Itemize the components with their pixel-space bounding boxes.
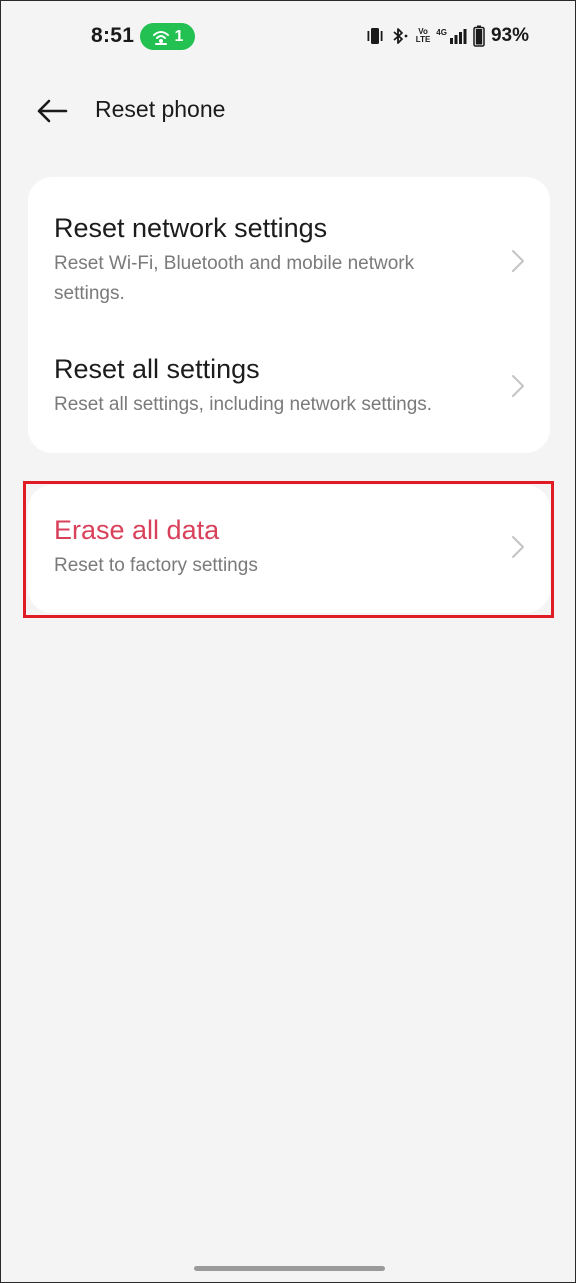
volte-bottom-label: LTE: [415, 35, 431, 44]
hotspot-indicator[interactable]: 1: [140, 23, 195, 50]
reset-all-settings-option[interactable]: Reset all settings Reset all settings, i…: [28, 352, 550, 420]
title-bar: Reset phone: [1, 81, 575, 141]
option-title: Reset network settings: [54, 213, 328, 243]
page-title: Reset phone: [95, 96, 226, 122]
signal-icon: [449, 29, 467, 44]
option-subtitle: Reset all settings, including network se…: [54, 394, 433, 415]
hotspot-count: 1: [174, 27, 184, 45]
chevron-right-icon: [512, 375, 524, 397]
vibrate-icon: [367, 28, 383, 44]
status-bar: 8:51 1 Vo LTE 4G 93%: [1, 1, 575, 71]
erase-all-data-option[interactable]: Erase all data Reset to factory settings: [28, 513, 550, 581]
home-indicator[interactable]: [194, 1266, 385, 1271]
option-title: Erase all data: [54, 515, 220, 545]
bluetooth-icon: [393, 28, 408, 44]
status-icons: Vo LTE 4G 93%: [366, 23, 529, 49]
network-type: 4G: [436, 27, 447, 37]
battery-percent: 93%: [490, 25, 529, 46]
settings-card: Reset network settings Reset Wi-Fi, Blue…: [28, 177, 550, 453]
chevron-right-icon: [512, 536, 524, 558]
chevron-right-icon: [512, 250, 524, 272]
erase-card: Erase all data Reset to factory settings: [28, 485, 550, 613]
option-title: Reset all settings: [54, 354, 260, 384]
battery-icon: [473, 25, 485, 47]
status-time: 8:51: [91, 24, 135, 47]
option-subtitle: Reset to factory settings: [54, 555, 258, 576]
option-subtitle: Reset Wi-Fi, Bluetooth and mobile networ…: [54, 253, 415, 304]
volte-icon: Vo LTE: [416, 28, 431, 44]
back-button[interactable]: [31, 91, 73, 131]
screen: 8:51 1 Vo LTE 4G 93% Reset phone Reset n…: [0, 0, 576, 1283]
reset-network-settings-option[interactable]: Reset network settings Reset Wi-Fi, Blue…: [28, 211, 550, 309]
hotspot-icon: [152, 30, 169, 45]
arrow-left-icon: [37, 99, 68, 123]
